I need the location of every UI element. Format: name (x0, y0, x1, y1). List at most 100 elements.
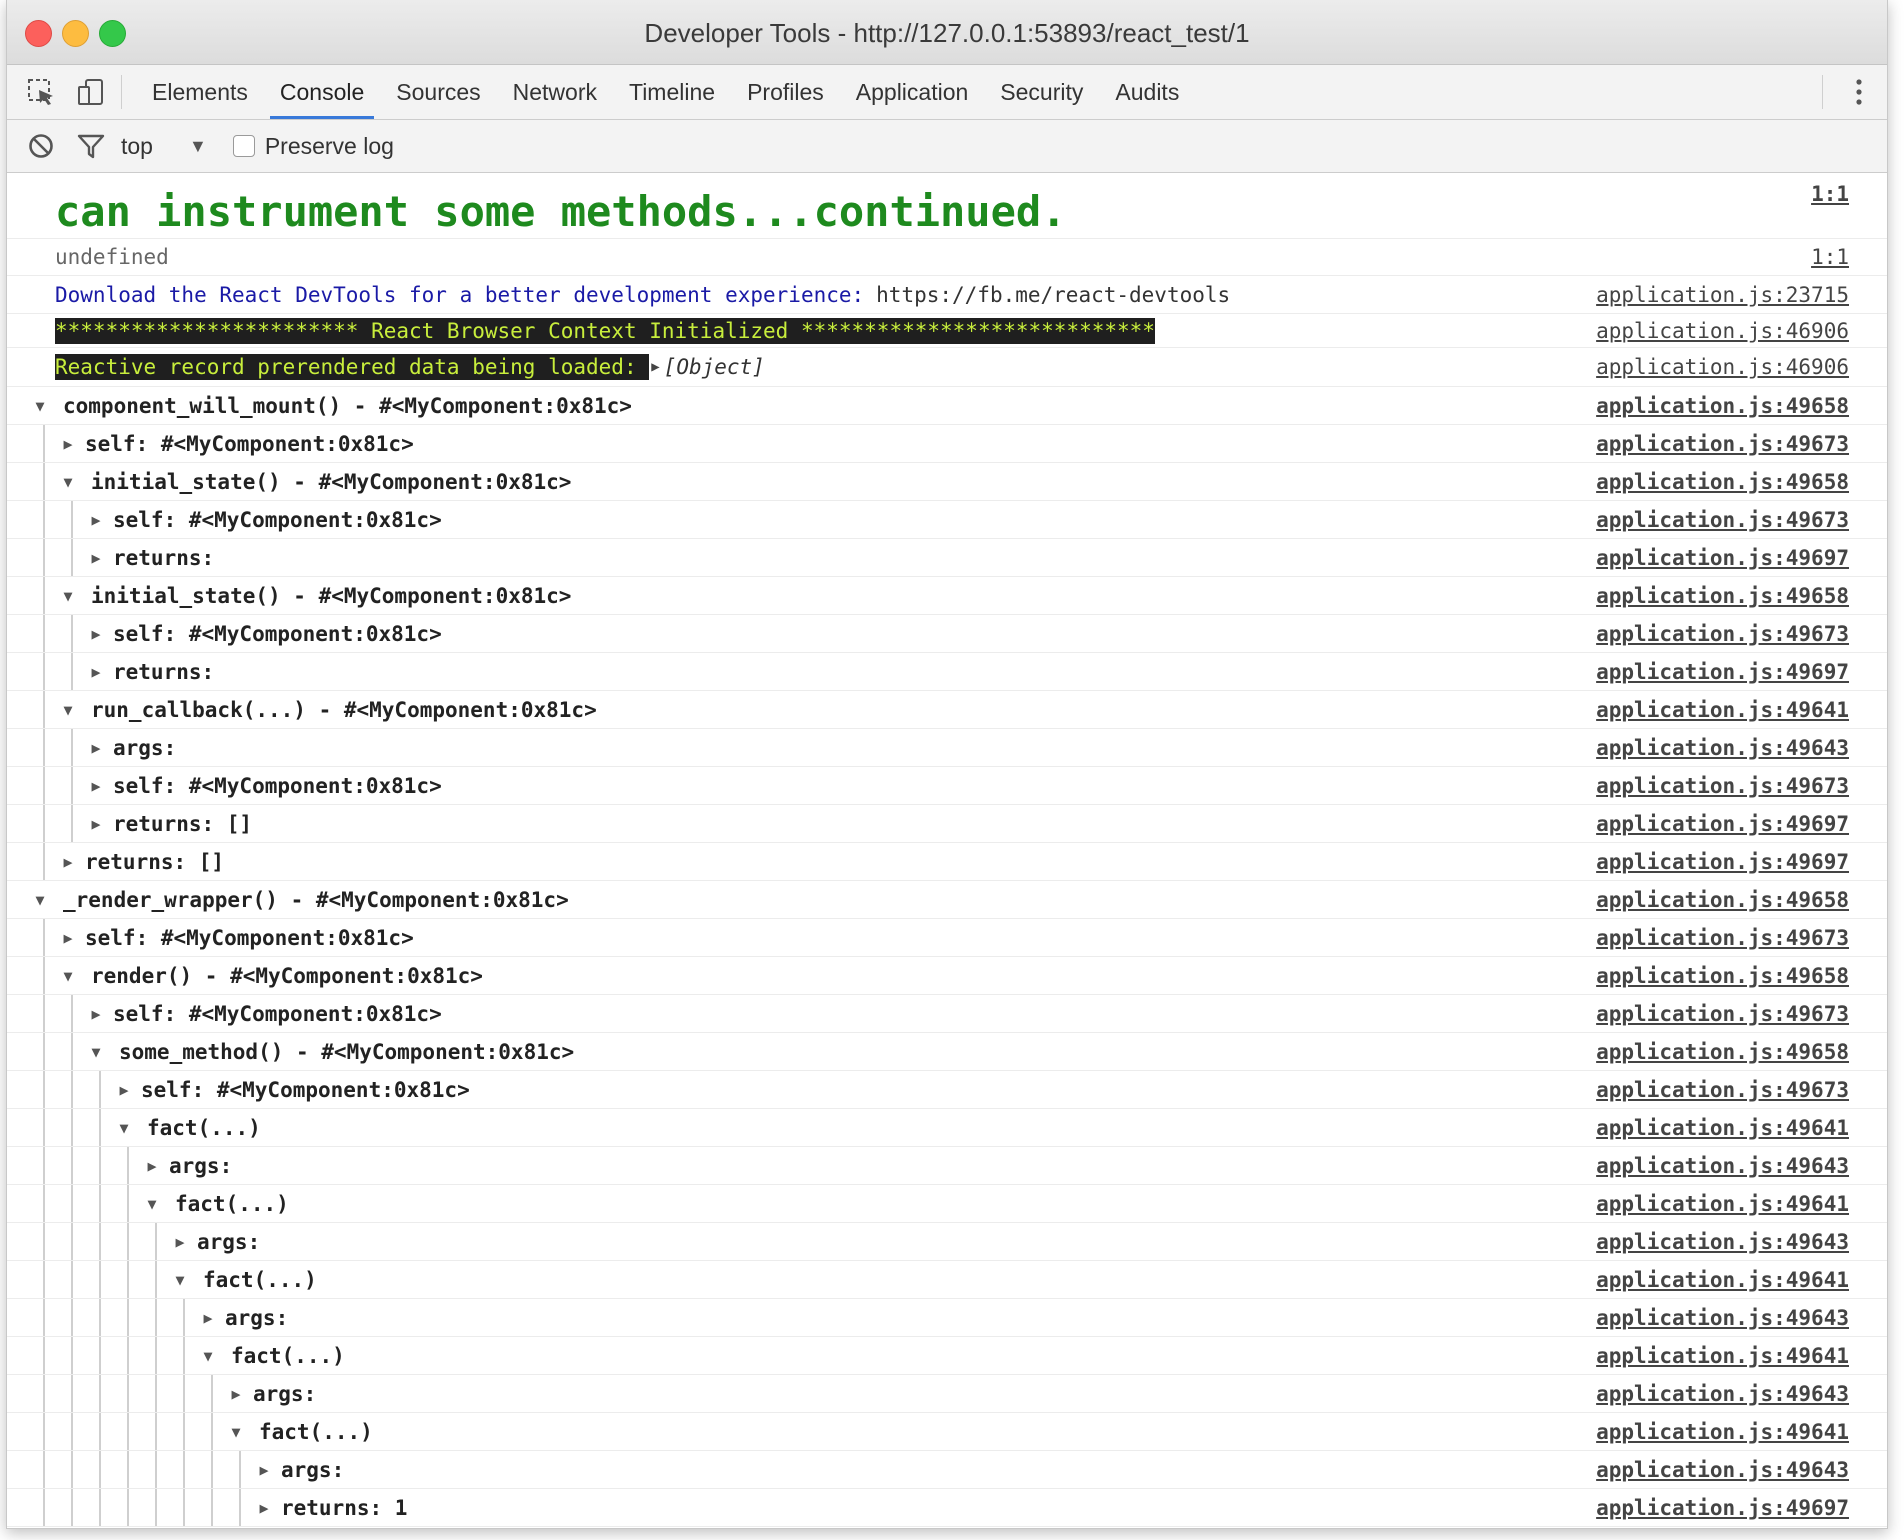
collapsed-triangle-icon[interactable]: ▶ (87, 739, 105, 757)
preserve-log-checkbox[interactable] (232, 135, 255, 157)
source-link[interactable]: application.js:46906 (1596, 355, 1849, 379)
source-link[interactable]: application.js:49673 (1596, 774, 1849, 798)
expanded-triangle-icon[interactable]: ▼ (87, 1043, 105, 1061)
collapsed-triangle-icon[interactable]: ▶ (59, 853, 77, 871)
expanded-triangle-icon[interactable]: ▼ (59, 701, 77, 719)
console-group-row[interactable]: ▶ args: application.js:49643 (7, 1223, 1887, 1261)
collapsed-triangle-icon[interactable]: ▶ (87, 777, 105, 795)
source-link[interactable]: application.js:49641 (1596, 1344, 1849, 1368)
expanded-triangle-icon[interactable]: ▼ (171, 1271, 189, 1289)
source-link[interactable]: application.js:49658 (1596, 584, 1849, 608)
collapsed-triangle-icon[interactable]: ▶ (59, 929, 77, 947)
source-link[interactable]: application.js:49658 (1596, 888, 1849, 912)
console-group-row[interactable]: ▶ args: application.js:49643 (7, 729, 1887, 767)
source-link[interactable]: 1:1 (1811, 182, 1849, 206)
console-group-row[interactable]: ▶ returns: [] application.js:49697 (7, 805, 1887, 843)
console-group-row[interactable]: ▶ args: application.js:49643 (7, 1451, 1887, 1489)
console-group-row[interactable]: ▶ args: application.js:49643 (7, 1147, 1887, 1185)
collapsed-triangle-icon[interactable]: ▶ (171, 1233, 189, 1251)
collapsed-triangle-icon[interactable]: ▶ (87, 549, 105, 567)
source-link[interactable]: application.js:49643 (1596, 1154, 1849, 1178)
source-link[interactable]: application.js:49673 (1596, 432, 1849, 456)
expanded-triangle-icon[interactable]: ▼ (59, 587, 77, 605)
collapsed-triangle-icon[interactable]: ▶ (255, 1461, 273, 1479)
source-link[interactable]: application.js:49658 (1596, 470, 1849, 494)
source-link[interactable]: application.js:49697 (1596, 850, 1849, 874)
source-link[interactable]: application.js:49641 (1596, 698, 1849, 722)
collapsed-triangle-icon[interactable]: ▶ (143, 1157, 161, 1175)
console-group-row[interactable]: ▶ returns: application.js:49697 (7, 653, 1887, 691)
console-group-row[interactable]: ▼ run_callback(...) - #<MyComponent:0x81c… (7, 691, 1887, 729)
console-group-row[interactable]: ▶ self: #<MyComponent:0x81c> application.j… (7, 919, 1887, 957)
console-group-row[interactable]: ▶ self: #<MyComponent:0x81c> application.j… (7, 501, 1887, 539)
source-link[interactable]: application.js:23715 (1596, 283, 1849, 307)
expanded-triangle-icon[interactable]: ▼ (199, 1347, 217, 1365)
source-link[interactable]: application.js:49673 (1596, 926, 1849, 950)
collapsed-triangle-icon[interactable]: ▶ (115, 1081, 133, 1099)
console-group-row[interactable]: ▶ returns: 1 application.js:49697 (7, 1489, 1887, 1527)
collapsed-triangle-icon[interactable]: ▶ (87, 625, 105, 643)
devtools-url-link[interactable]: https://fb.me/react-devtools (876, 283, 1230, 307)
tab-profiles[interactable]: Profiles (731, 65, 840, 119)
tab-application[interactable]: Application (840, 65, 985, 119)
tab-security[interactable]: Security (984, 65, 1099, 119)
source-link[interactable]: application.js:49641 (1596, 1192, 1849, 1216)
preserve-log-label[interactable]: Preserve log (265, 133, 394, 160)
console-group-row[interactable]: ▼ component_will_mount() - #<MyComponent:… (7, 387, 1887, 425)
collapsed-triangle-icon[interactable]: ▶ (87, 815, 105, 833)
source-link[interactable]: application.js:49658 (1596, 1040, 1849, 1064)
tab-audits[interactable]: Audits (1099, 65, 1195, 119)
collapsed-triangle-icon[interactable]: ▶ (227, 1385, 245, 1403)
source-link[interactable]: application.js:49673 (1596, 508, 1849, 532)
console-group-row[interactable]: ▶ args: application.js:49643 (7, 1299, 1887, 1337)
clear-console-icon[interactable] (21, 126, 61, 166)
console-group-row[interactable]: ▼ fact(...) application.js:49641 (7, 1185, 1887, 1223)
console-group-row[interactable]: ▶ self: #<MyComponent:0x81c> application.j… (7, 767, 1887, 805)
source-link[interactable]: application.js:49673 (1596, 622, 1849, 646)
tab-network[interactable]: Network (497, 65, 613, 119)
source-link[interactable]: application.js:49697 (1596, 812, 1849, 836)
console-group-row[interactable]: ▶ self: #<MyComponent:0x81c> application.j… (7, 1071, 1887, 1109)
console-group-row[interactable]: ▶ self: #<MyComponent:0x81c> application.j… (7, 995, 1887, 1033)
expanded-triangle-icon[interactable]: ▼ (31, 891, 49, 909)
collapsed-triangle-icon[interactable]: ▶ (199, 1309, 217, 1327)
source-link[interactable]: application.js:49697 (1596, 660, 1849, 684)
expanded-triangle-icon[interactable]: ▼ (59, 473, 77, 491)
expanded-triangle-icon[interactable]: ▼ (31, 397, 49, 415)
console-group-row[interactable]: ▶ self: #<MyComponent:0x81c> application.j… (7, 615, 1887, 653)
collapsed-triangle-icon[interactable]: ▶ (87, 1005, 105, 1023)
source-link[interactable]: application.js:49643 (1596, 1382, 1849, 1406)
tab-timeline[interactable]: Timeline (613, 65, 731, 119)
console-group-row[interactable]: ▼ initial_state() - #<MyComponent:0x81c> a… (7, 577, 1887, 615)
source-link[interactable]: application.js:49658 (1596, 394, 1849, 418)
chevron-down-icon[interactable]: ▼ (189, 136, 207, 157)
collapsed-triangle-icon[interactable]: ▶ (87, 663, 105, 681)
console-group-row[interactable]: ▶ returns: application.js:49697 (7, 539, 1887, 577)
source-link[interactable]: application.js:49658 (1596, 964, 1849, 988)
tab-console[interactable]: Console (264, 65, 380, 119)
inspect-element-icon[interactable] (21, 72, 61, 112)
console-group-row[interactable]: ▼ initial_state() - #<MyComponent:0x81c> a… (7, 463, 1887, 501)
source-link[interactable]: application.js:49641 (1596, 1420, 1849, 1444)
source-link[interactable]: application.js:49641 (1596, 1268, 1849, 1292)
expanded-triangle-icon[interactable]: ▼ (227, 1423, 245, 1441)
collapsed-triangle-icon[interactable]: ▶ (255, 1499, 273, 1517)
tab-sources[interactable]: Sources (380, 65, 496, 119)
object-preview[interactable]: [Object] (664, 355, 765, 379)
source-link[interactable]: application.js:49643 (1596, 736, 1849, 760)
source-link[interactable]: 1:1 (1811, 245, 1849, 269)
tab-elements[interactable]: Elements (136, 65, 264, 119)
console-group-row[interactable]: ▼ fact(...) application.js:49641 (7, 1109, 1887, 1147)
expand-triangle-icon[interactable]: ▶ (651, 359, 659, 375)
source-link[interactable]: application.js:49643 (1596, 1230, 1849, 1254)
console-group-row[interactable]: ▼ fact(...) application.js:49641 (7, 1413, 1887, 1451)
source-link[interactable]: application.js:46906 (1596, 319, 1849, 343)
source-link[interactable]: application.js:49643 (1596, 1458, 1849, 1482)
console-group-row[interactable]: ▶ returns: [] application.js:49697 (7, 843, 1887, 881)
source-link[interactable]: application.js:49697 (1596, 546, 1849, 570)
source-link[interactable]: application.js:49641 (1596, 1116, 1849, 1140)
more-options-icon[interactable] (1853, 77, 1865, 107)
expanded-triangle-icon[interactable]: ▼ (143, 1195, 161, 1213)
context-selector[interactable]: top (121, 133, 153, 160)
console-group-row[interactable]: ▶ self: #<MyComponent:0x81c> application.j… (7, 425, 1887, 463)
